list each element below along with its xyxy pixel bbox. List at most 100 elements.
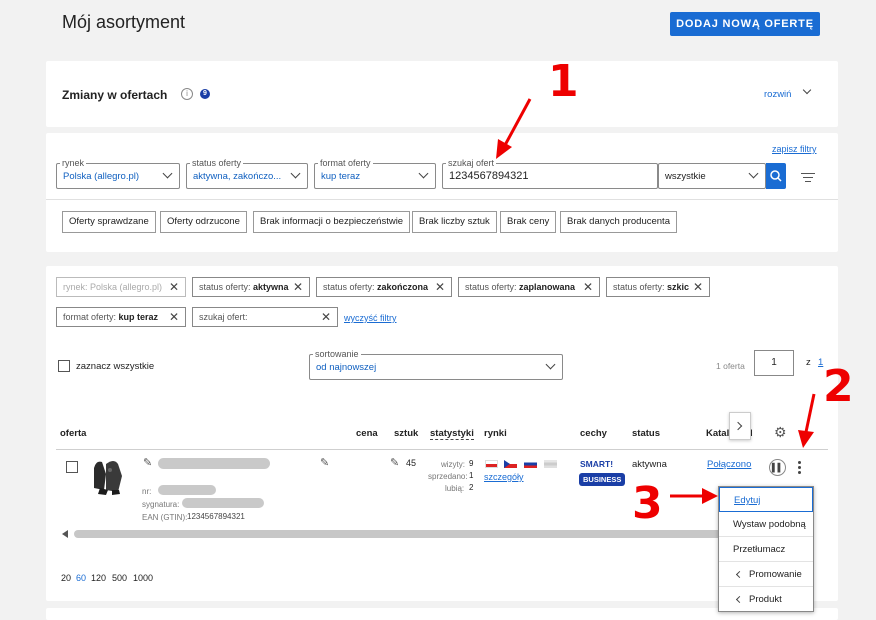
annotation-arrow-1	[496, 98, 532, 159]
quick-filter-price[interactable]: Brak ceny	[500, 211, 557, 233]
select-all-label: zaznacz wszystkie	[76, 361, 155, 372]
pause-button[interactable]: ▌▌	[769, 459, 786, 476]
col-features: cechy	[580, 428, 607, 439]
chip-market: rynek: Polska (allegro.pl) ✕	[56, 277, 186, 297]
chip-search[interactable]: szukaj ofert: ✕	[192, 307, 338, 327]
scroll-right-button[interactable]	[729, 412, 751, 440]
product-image[interactable]	[84, 454, 132, 498]
menu-similar[interactable]: Wystaw podobną	[719, 512, 813, 537]
smart-badge: SMART!	[580, 459, 614, 469]
close-icon: ✕	[168, 280, 179, 294]
chip-status-ended[interactable]: status oferty: zakończona ✕	[316, 277, 452, 297]
search-input[interactable]: szukaj ofert 1234567894321	[442, 157, 658, 189]
chip-label: szukaj ofert:	[199, 312, 248, 322]
search-icon	[770, 170, 782, 182]
page-size-20[interactable]: 20	[61, 573, 71, 583]
page-size-1000[interactable]: 1000	[133, 573, 153, 583]
close-icon[interactable]: ✕	[435, 278, 445, 296]
close-icon[interactable]: ✕	[693, 278, 703, 296]
status-select[interactable]: status oferty aktywna, zakończo...	[186, 157, 308, 189]
chip-value: zaplanowana	[519, 282, 576, 292]
chip-value: zakończona	[377, 282, 429, 292]
visits-value: 9	[469, 459, 474, 468]
format-value: kup teraz	[321, 171, 361, 182]
menu-edit[interactable]: Edytuj	[719, 487, 813, 512]
quick-filter-producer[interactable]: Brak danych producenta	[560, 211, 677, 233]
quick-filter-rejected[interactable]: Oferty odrzucone	[160, 211, 247, 233]
clear-filters-link[interactable]: wyczyść filtry	[344, 313, 397, 323]
changes-panel: Zmiany w ofertach i 9 rozwiń	[46, 61, 838, 127]
close-icon[interactable]: ✕	[293, 278, 303, 296]
chip-label: status oferty:	[613, 282, 665, 292]
page-size-60[interactable]: 60	[76, 573, 86, 583]
filter-icon[interactable]	[801, 171, 815, 183]
chip-status-draft[interactable]: status oferty: szkic ✕	[606, 277, 710, 297]
quick-filter-checked[interactable]: Oferty sprawdzane	[62, 211, 156, 233]
more-options-icon[interactable]	[798, 461, 802, 475]
chip-status-planned[interactable]: status oferty: zaplanowana ✕	[458, 277, 600, 297]
menu-edit-label: Edytuj	[734, 495, 761, 506]
select-all-checkbox[interactable]	[58, 360, 70, 372]
divider	[46, 199, 838, 200]
catalog-link[interactable]: Połączono	[707, 459, 751, 470]
expand-link[interactable]: rozwiń	[764, 89, 791, 100]
menu-promote[interactable]: Promowanie	[719, 562, 813, 587]
menu-promote-label: Promowanie	[749, 569, 802, 580]
col-qty[interactable]: sztuk	[394, 428, 418, 439]
flag-cz-icon	[504, 460, 517, 468]
search-value: 1234567894321	[449, 170, 529, 182]
page-title: Mój asortyment	[62, 12, 186, 32]
page-size-500[interactable]: 500	[112, 573, 127, 583]
flag-sk-icon	[524, 460, 537, 468]
search-scope-select[interactable]: wszystkie	[658, 163, 766, 189]
chip-label: status oferty:	[199, 282, 251, 292]
menu-product[interactable]: Produkt	[719, 587, 813, 612]
ean-label: EAN (GTIN):	[142, 513, 188, 522]
sort-legend: sortowanie	[313, 348, 361, 360]
format-select[interactable]: format oferty kup teraz	[314, 157, 436, 189]
chevron-right-icon	[733, 421, 743, 431]
market-select[interactable]: rynek Polska (allegro.pl)	[56, 157, 180, 189]
gear-icon[interactable]: ⚙	[774, 424, 787, 441]
quick-filter-safety[interactable]: Brak informacji o bezpieczeństwie	[253, 211, 411, 233]
scroll-left-icon[interactable]	[62, 530, 68, 538]
chip-value: aktywna	[253, 282, 289, 292]
scope-value: wszystkie	[665, 171, 706, 182]
col-stats[interactable]: statystyki	[430, 428, 474, 440]
chip-label: rynek: Polska (allegro.pl)	[63, 282, 163, 292]
horizontal-scrollbar[interactable]	[74, 530, 734, 538]
annotation-2: 2	[823, 361, 854, 412]
chevron-left-icon	[735, 570, 744, 579]
page-input[interactable]: 1	[754, 350, 794, 376]
edit-price-icon[interactable]: ✎	[320, 456, 329, 469]
sold-label: sprzedano:	[428, 472, 468, 481]
col-offer: oferta	[60, 428, 87, 439]
info-icon: i	[181, 88, 193, 100]
row-checkbox[interactable]	[66, 461, 78, 473]
quick-filter-qty[interactable]: Brak liczby sztuk	[412, 211, 497, 233]
close-icon[interactable]: ✕	[169, 308, 179, 326]
chip-format[interactable]: format oferty: kup teraz ✕	[56, 307, 186, 327]
offer-count: 1 oferta	[716, 361, 745, 371]
sort-select[interactable]: sortowanie od najnowszej	[309, 348, 563, 380]
offer-actions-menu: Edytuj Wystaw podobną Przetłumacz Promow…	[718, 486, 814, 612]
flag-hu-icon	[544, 460, 557, 468]
chevron-down-icon	[162, 168, 173, 179]
chip-value: szkic	[667, 282, 690, 292]
details-link[interactable]: szczegóły	[484, 472, 524, 482]
edit-qty-icon[interactable]: ✎	[390, 456, 399, 469]
close-icon[interactable]: ✕	[583, 278, 593, 296]
edit-title-icon[interactable]: ✎	[143, 456, 152, 469]
add-offer-button[interactable]: DODAJ NOWĄ OFERTĘ	[670, 12, 820, 36]
visits-label: wizyty:	[441, 460, 465, 469]
save-filters-link[interactable]: zapisz filtry	[772, 144, 817, 154]
col-price[interactable]: cena	[356, 428, 378, 439]
chip-label: format oferty:	[63, 312, 117, 322]
close-icon[interactable]: ✕	[321, 308, 331, 326]
menu-translate[interactable]: Przetłumacz	[719, 537, 813, 562]
search-button[interactable]	[766, 163, 786, 189]
chevron-down-icon[interactable]	[802, 85, 812, 95]
chip-status-active[interactable]: status oferty: aktywna ✕	[192, 277, 310, 297]
col-markets: rynki	[484, 428, 507, 439]
page-size-120[interactable]: 120	[91, 573, 106, 583]
